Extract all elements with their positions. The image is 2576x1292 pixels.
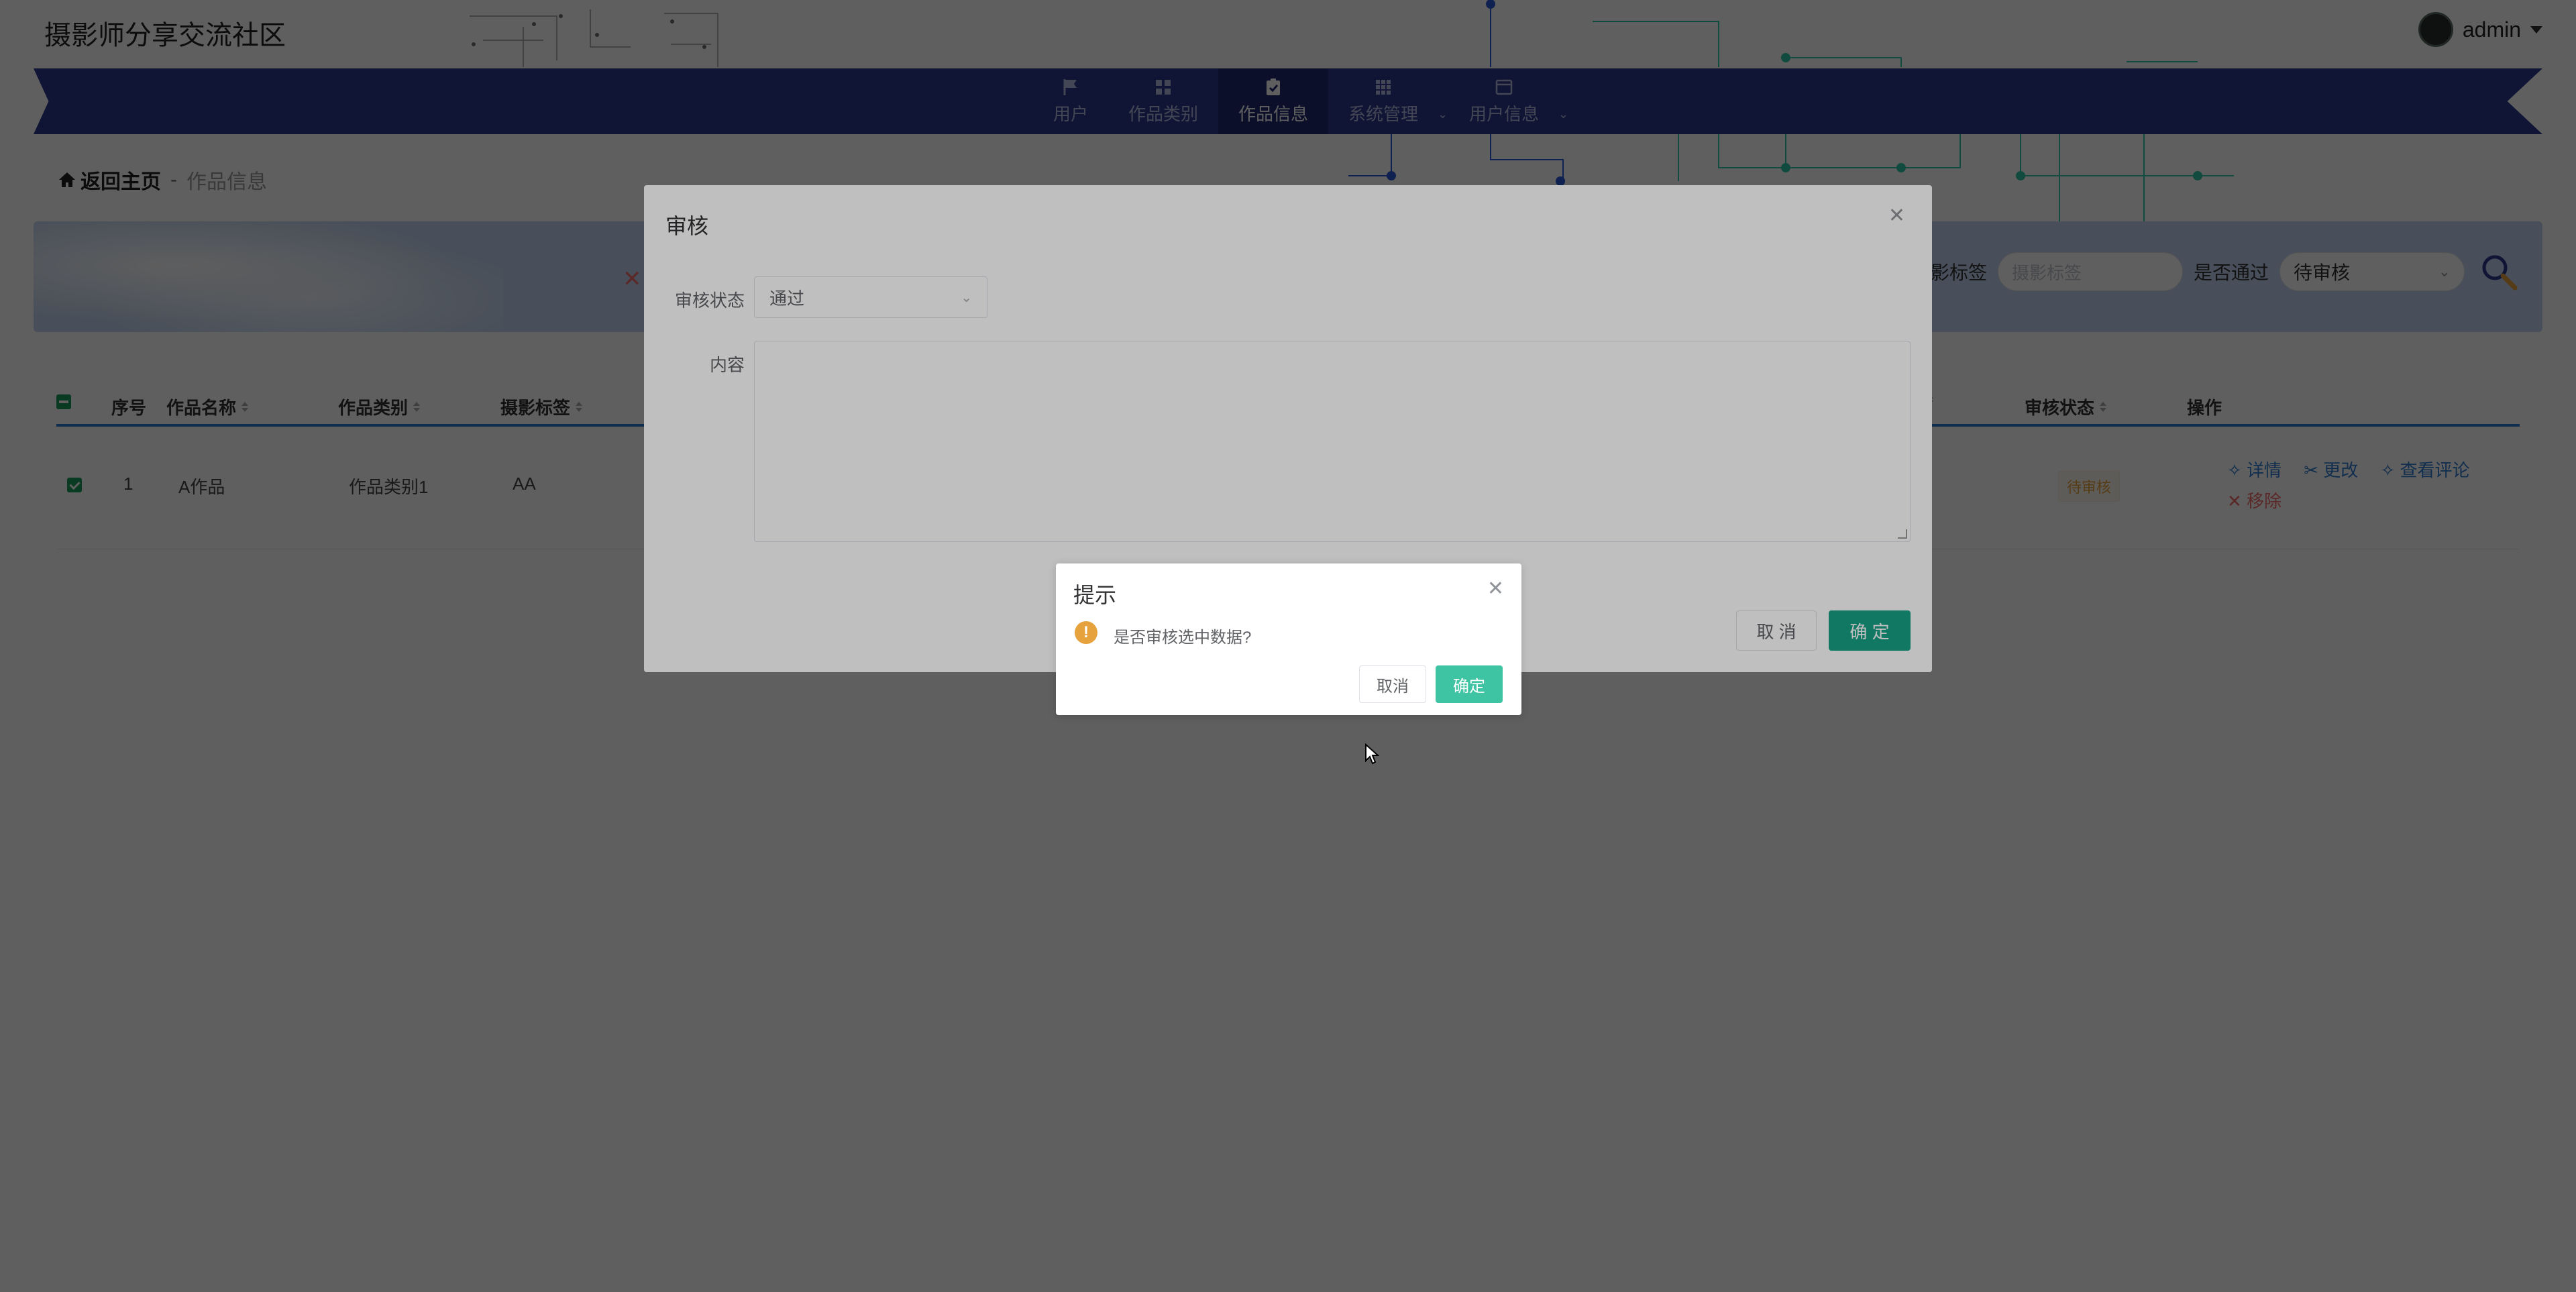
message-title: 提示 [1073,583,1117,607]
cursor-icon [1365,743,1379,765]
message-text: 是否审核选中数据? [1114,629,1252,647]
message-cancel-button[interactable]: 取消 [1359,665,1426,703]
confirm-message-box: 提示 ✕ ! 是否审核选中数据? 取消 确定 [1056,563,1521,715]
close-icon[interactable]: ✕ [1487,577,1504,600]
message-confirm-button[interactable]: 确定 [1436,665,1503,703]
warning-icon: ! [1075,621,1097,644]
